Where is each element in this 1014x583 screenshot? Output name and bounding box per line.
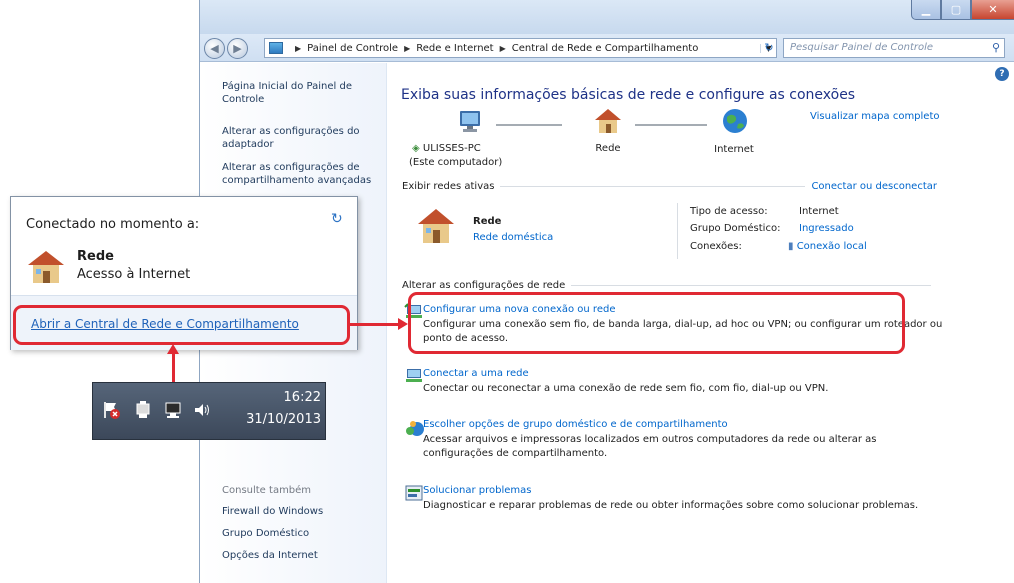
internet-node-label: Internet: [714, 144, 754, 155]
safely-remove-hardware-icon[interactable]: [133, 400, 153, 420]
troubleshoot-icon: [405, 485, 423, 501]
map-connector-line: [496, 124, 562, 126]
clock-date[interactable]: 31/10/2013: [233, 412, 321, 427]
view-full-map-link[interactable]: Visualizar mapa completo: [810, 111, 940, 122]
flyout-home-network-icon: [28, 251, 64, 283]
see-also-homegroup[interactable]: Grupo Doméstico: [222, 527, 382, 540]
sidebar-item-sharing[interactable]: Alterar as configurações de compartilham…: [222, 161, 382, 187]
map-connector-line: [635, 124, 707, 126]
address-bar-row: ◀ ▶ ▶ Painel de Controle ▶ Rede e Intern…: [200, 34, 1014, 62]
breadcrumb-control-panel[interactable]: Painel de Controle: [307, 43, 398, 54]
action-connect-network: Conectar a uma rede Conectar ou reconect…: [423, 367, 943, 396]
action-homegroup-options-link[interactable]: Escolher opções de grupo doméstico e de …: [423, 418, 943, 431]
close-button[interactable]: ✕: [971, 0, 1014, 20]
connect-disconnect-link[interactable]: Conectar ou desconectar: [811, 181, 937, 192]
action-connect-network-desc: Conectar ou reconectar a uma conexão de …: [423, 383, 829, 394]
flyout-title: Conectado no momento a:: [26, 217, 200, 232]
see-also-internet-options[interactable]: Opções da Internet: [222, 549, 382, 562]
action-troubleshoot-desc: Diagnosticar e reparar problemas de rede…: [423, 500, 919, 511]
computer-node-sub: (Este computador): [409, 157, 503, 168]
network-type-link[interactable]: Rede doméstica: [473, 230, 553, 245]
taskbar-tray: 16:22 31/10/2013: [92, 382, 326, 440]
address-bar[interactable]: ▶ Painel de Controle ▶ Rede e Internet ▶…: [264, 38, 777, 58]
flyout-network-status: Acesso à Internet: [77, 267, 191, 282]
action-troubleshoot-link[interactable]: Solucionar problemas: [423, 484, 943, 497]
homegroup-label: Grupo Doméstico:: [690, 223, 781, 234]
computer-small-icon: ◈: [412, 143, 420, 154]
see-also-title: Consulte também: [222, 485, 312, 496]
breadcrumb-separator-icon: ▶: [295, 43, 302, 53]
window-controls: ▁ ▢ ✕: [911, 0, 1014, 20]
local-connection-link[interactable]: ▮ Conexão local: [788, 239, 867, 254]
access-type-label: Tipo de acesso:: [690, 206, 768, 217]
computer-icon[interactable]: [456, 109, 484, 135]
sidebar-item-home[interactable]: Página Inicial do Painel de Controle: [222, 80, 382, 106]
highlight-box-new-connection: [408, 292, 905, 354]
internet-globe-icon[interactable]: [721, 107, 749, 135]
maximize-button[interactable]: ▢: [941, 0, 971, 20]
page-title: Exiba suas informações básicas de rede e…: [401, 87, 856, 103]
active-networks-title: Exibir redes ativas: [402, 180, 495, 192]
search-input[interactable]: Pesquisar Painel de Controle ⚲: [783, 38, 1005, 58]
change-settings-title: Alterar as configurações de rede: [402, 279, 566, 291]
breadcrumb-separator-icon: ▶: [499, 43, 506, 53]
network-tray-icon[interactable]: [163, 400, 183, 420]
title-bar: ▁ ▢ ✕: [200, 0, 1014, 34]
connections-label: Conexões:: [690, 241, 742, 252]
access-type-value: Internet: [799, 206, 839, 217]
network-name: Rede: [473, 216, 502, 227]
sidebar-item-adapter[interactable]: Alterar as configurações do adaptador: [222, 125, 382, 151]
volume-icon[interactable]: [192, 400, 212, 420]
action-connect-network-link[interactable]: Conectar a uma rede: [423, 367, 943, 380]
network-adapter-icon: ▮: [788, 241, 794, 252]
search-placeholder: Pesquisar Painel de Controle: [790, 42, 934, 53]
connect-network-icon: [406, 369, 422, 382]
flyout-refresh-icon[interactable]: ↻: [331, 211, 343, 227]
change-settings-header: Alterar as configurações de rede: [402, 279, 937, 291]
control-panel-icon: [269, 42, 283, 54]
breadcrumb-network-center[interactable]: Central de Rede e Compartilhamento: [512, 43, 699, 54]
action-center-flag-icon[interactable]: [101, 400, 121, 420]
action-troubleshoot: Solucionar problemas Diagnosticar e repa…: [423, 484, 943, 513]
breadcrumb-separator-icon: ▶: [404, 43, 411, 53]
action-homegroup-options: Escolher opções de grupo doméstico e de …: [423, 418, 943, 461]
arrow-head-up: [167, 344, 179, 354]
back-button[interactable]: ◀: [204, 38, 225, 59]
home-network-icon[interactable]: [593, 107, 623, 135]
home-network-large-icon: [418, 209, 454, 243]
refresh-icon[interactable]: ↻: [759, 38, 779, 58]
homegroup-options-icon: [406, 421, 424, 436]
details-divider: [677, 203, 678, 259]
homegroup-value-link[interactable]: Ingressado: [799, 221, 854, 236]
active-networks-header: Exibir redes ativas Conectar ou desconec…: [402, 180, 937, 192]
clock-time[interactable]: 16:22: [243, 390, 321, 405]
breadcrumb-network-internet[interactable]: Rede e Internet: [416, 43, 493, 54]
help-icon[interactable]: ?: [995, 67, 1009, 81]
highlight-box-popup-link: [13, 305, 350, 345]
action-homegroup-options-desc: Acessar arquivos e impressoras localizad…: [423, 434, 877, 459]
network-node-label: Rede: [595, 143, 621, 154]
arrow-head-right: [398, 318, 408, 330]
search-icon[interactable]: ⚲: [992, 41, 1000, 54]
flyout-network-name: Rede: [77, 249, 114, 264]
see-also-firewall[interactable]: Firewall do Windows: [222, 505, 382, 518]
computer-node-label: ◈ ULISSES-PC: [412, 143, 481, 154]
arrow-to-window: [350, 323, 400, 326]
forward-button[interactable]: ▶: [227, 38, 248, 59]
minimize-button[interactable]: ▁: [911, 0, 941, 20]
